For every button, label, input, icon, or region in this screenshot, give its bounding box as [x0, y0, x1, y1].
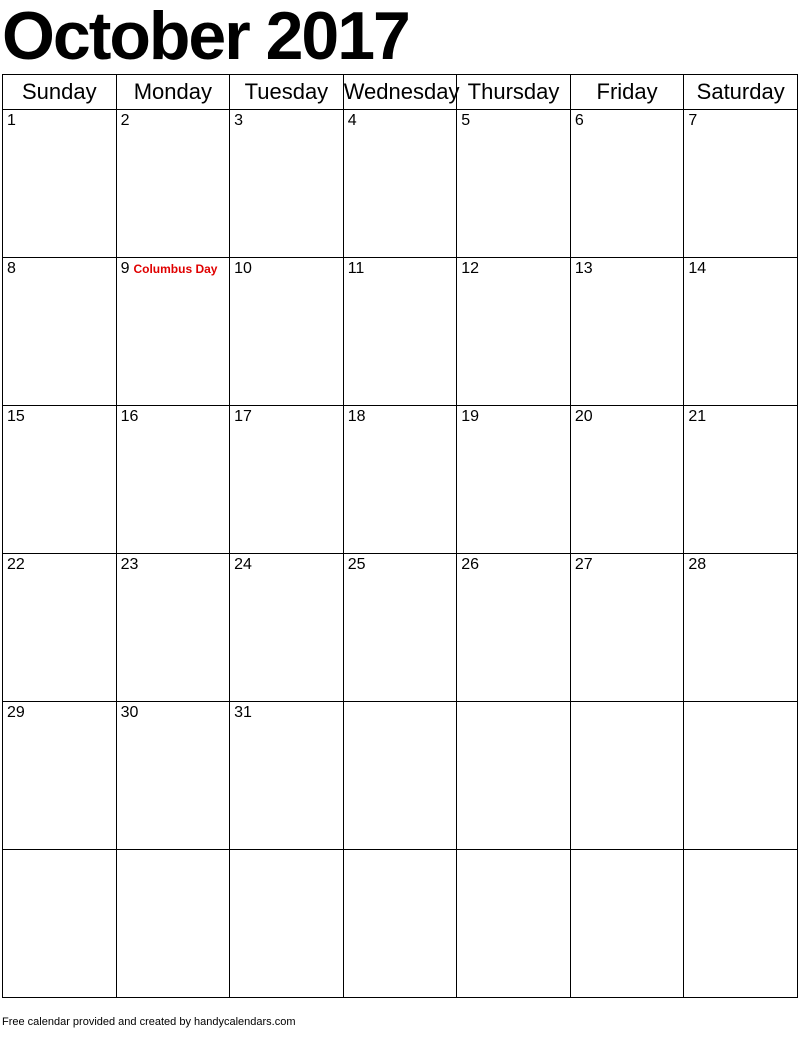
calendar-grid: Sunday Monday Tuesday Wednesday Thursday…: [2, 74, 798, 998]
calendar-week-row: [3, 850, 798, 998]
day-number: 12: [461, 260, 479, 278]
calendar-day-cell: 10: [230, 258, 344, 406]
calendar-week-row: 8 9Columbus Day 10 11 12 13 14: [3, 258, 798, 406]
calendar-day-cell: 31: [230, 702, 344, 850]
calendar-day-cell: 6: [570, 110, 684, 258]
calendar-day-cell: [570, 702, 684, 850]
calendar-day-cell: 27: [570, 554, 684, 702]
calendar-day-cell: [684, 702, 798, 850]
calendar-day-cell: 9Columbus Day: [116, 258, 230, 406]
weekday-header-row: Sunday Monday Tuesday Wednesday Thursday…: [3, 75, 798, 110]
day-number: 31: [234, 704, 252, 722]
day-number: 10: [234, 260, 252, 278]
day-number: 8: [7, 260, 16, 278]
calendar-day-cell: 11: [343, 258, 457, 406]
day-number: 5: [461, 112, 470, 130]
calendar-week-row: 22 23 24 25 26 27 28: [3, 554, 798, 702]
calendar-day-cell: 1: [3, 110, 117, 258]
day-number: 29: [7, 704, 25, 722]
holiday-label: Columbus Day: [133, 262, 217, 276]
calendar-day-cell: 22: [3, 554, 117, 702]
calendar-day-cell: 16: [116, 406, 230, 554]
calendar-day-cell: 12: [457, 258, 571, 406]
calendar-day-cell: [230, 850, 344, 998]
calendar-day-cell: [343, 702, 457, 850]
calendar-day-cell: [3, 850, 117, 998]
weekday-header: Sunday: [3, 75, 117, 110]
calendar-day-cell: 18: [343, 406, 457, 554]
calendar-day-cell: [116, 850, 230, 998]
calendar-day-cell: [457, 850, 571, 998]
calendar-week-row: 29 30 31: [3, 702, 798, 850]
day-number: 17: [234, 408, 252, 426]
day-number: 3: [234, 112, 243, 130]
calendar-day-cell: 15: [3, 406, 117, 554]
calendar-day-cell: 4: [343, 110, 457, 258]
footer-credit: Free calendar provided and created by ha…: [2, 1016, 296, 1028]
day-number: 11: [348, 260, 365, 278]
day-number: 30: [121, 704, 139, 722]
calendar-day-cell: 19: [457, 406, 571, 554]
weekday-header: Tuesday: [230, 75, 344, 110]
calendar-day-cell: 29: [3, 702, 117, 850]
weekday-header: Thursday: [457, 75, 571, 110]
day-number: 21: [688, 408, 706, 426]
calendar-week-row: 1 2 3 4 5 6 7: [3, 110, 798, 258]
day-number: 6: [575, 112, 584, 130]
calendar-day-cell: 21: [684, 406, 798, 554]
calendar-day-cell: 3: [230, 110, 344, 258]
day-number: 16: [121, 408, 139, 426]
calendar-day-cell: 14: [684, 258, 798, 406]
weekday-header: Friday: [570, 75, 684, 110]
day-number: 28: [688, 556, 706, 574]
calendar-day-cell: [684, 850, 798, 998]
day-number: 27: [575, 556, 593, 574]
calendar-week-row: 15 16 17 18 19 20 21: [3, 406, 798, 554]
calendar-day-cell: [570, 850, 684, 998]
day-number: 19: [461, 408, 479, 426]
calendar-day-cell: 5: [457, 110, 571, 258]
day-number: 2: [121, 112, 130, 130]
calendar-day-cell: 28: [684, 554, 798, 702]
calendar-day-cell: 13: [570, 258, 684, 406]
calendar-day-cell: 24: [230, 554, 344, 702]
day-number: 22: [7, 556, 25, 574]
calendar-day-cell: 20: [570, 406, 684, 554]
calendar-title: October 2017: [0, 2, 800, 74]
calendar-day-cell: [457, 702, 571, 850]
day-number: 26: [461, 556, 479, 574]
calendar-day-cell: 23: [116, 554, 230, 702]
day-number: 13: [575, 260, 593, 278]
calendar-day-cell: 8: [3, 258, 117, 406]
day-number: 20: [575, 408, 593, 426]
day-number: 7: [688, 112, 697, 130]
calendar-day-cell: 7: [684, 110, 798, 258]
calendar-day-cell: 2: [116, 110, 230, 258]
calendar-day-cell: 30: [116, 702, 230, 850]
day-number: 15: [7, 408, 25, 426]
day-number: 23: [121, 556, 139, 574]
calendar-day-cell: 17: [230, 406, 344, 554]
day-number: 9: [121, 260, 130, 278]
day-number: 18: [348, 408, 366, 426]
calendar-day-cell: 26: [457, 554, 571, 702]
day-number: 4: [348, 112, 357, 130]
day-number: 25: [348, 556, 366, 574]
weekday-header: Saturday: [684, 75, 798, 110]
calendar-day-cell: 25: [343, 554, 457, 702]
day-number: 1: [7, 112, 16, 130]
calendar-day-cell: [343, 850, 457, 998]
day-number: 14: [688, 260, 706, 278]
weekday-header: Wednesday: [343, 75, 457, 110]
weekday-header: Monday: [116, 75, 230, 110]
day-number: 24: [234, 556, 252, 574]
